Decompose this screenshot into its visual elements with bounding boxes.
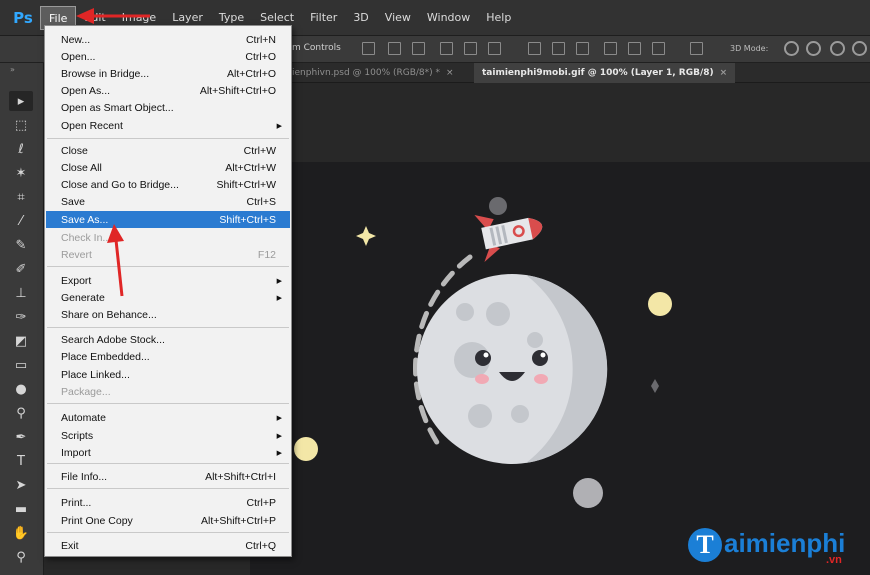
annotation-arrow-save-as	[107, 224, 124, 297]
annotation-arrow-file	[76, 8, 150, 24]
taimienphi-watermark: T aimienphi .vn	[688, 526, 845, 566]
watermark-logo-letter: T	[688, 528, 722, 562]
annotation-arrows	[76, 8, 150, 297]
watermark-tld: .vn	[826, 554, 842, 566]
